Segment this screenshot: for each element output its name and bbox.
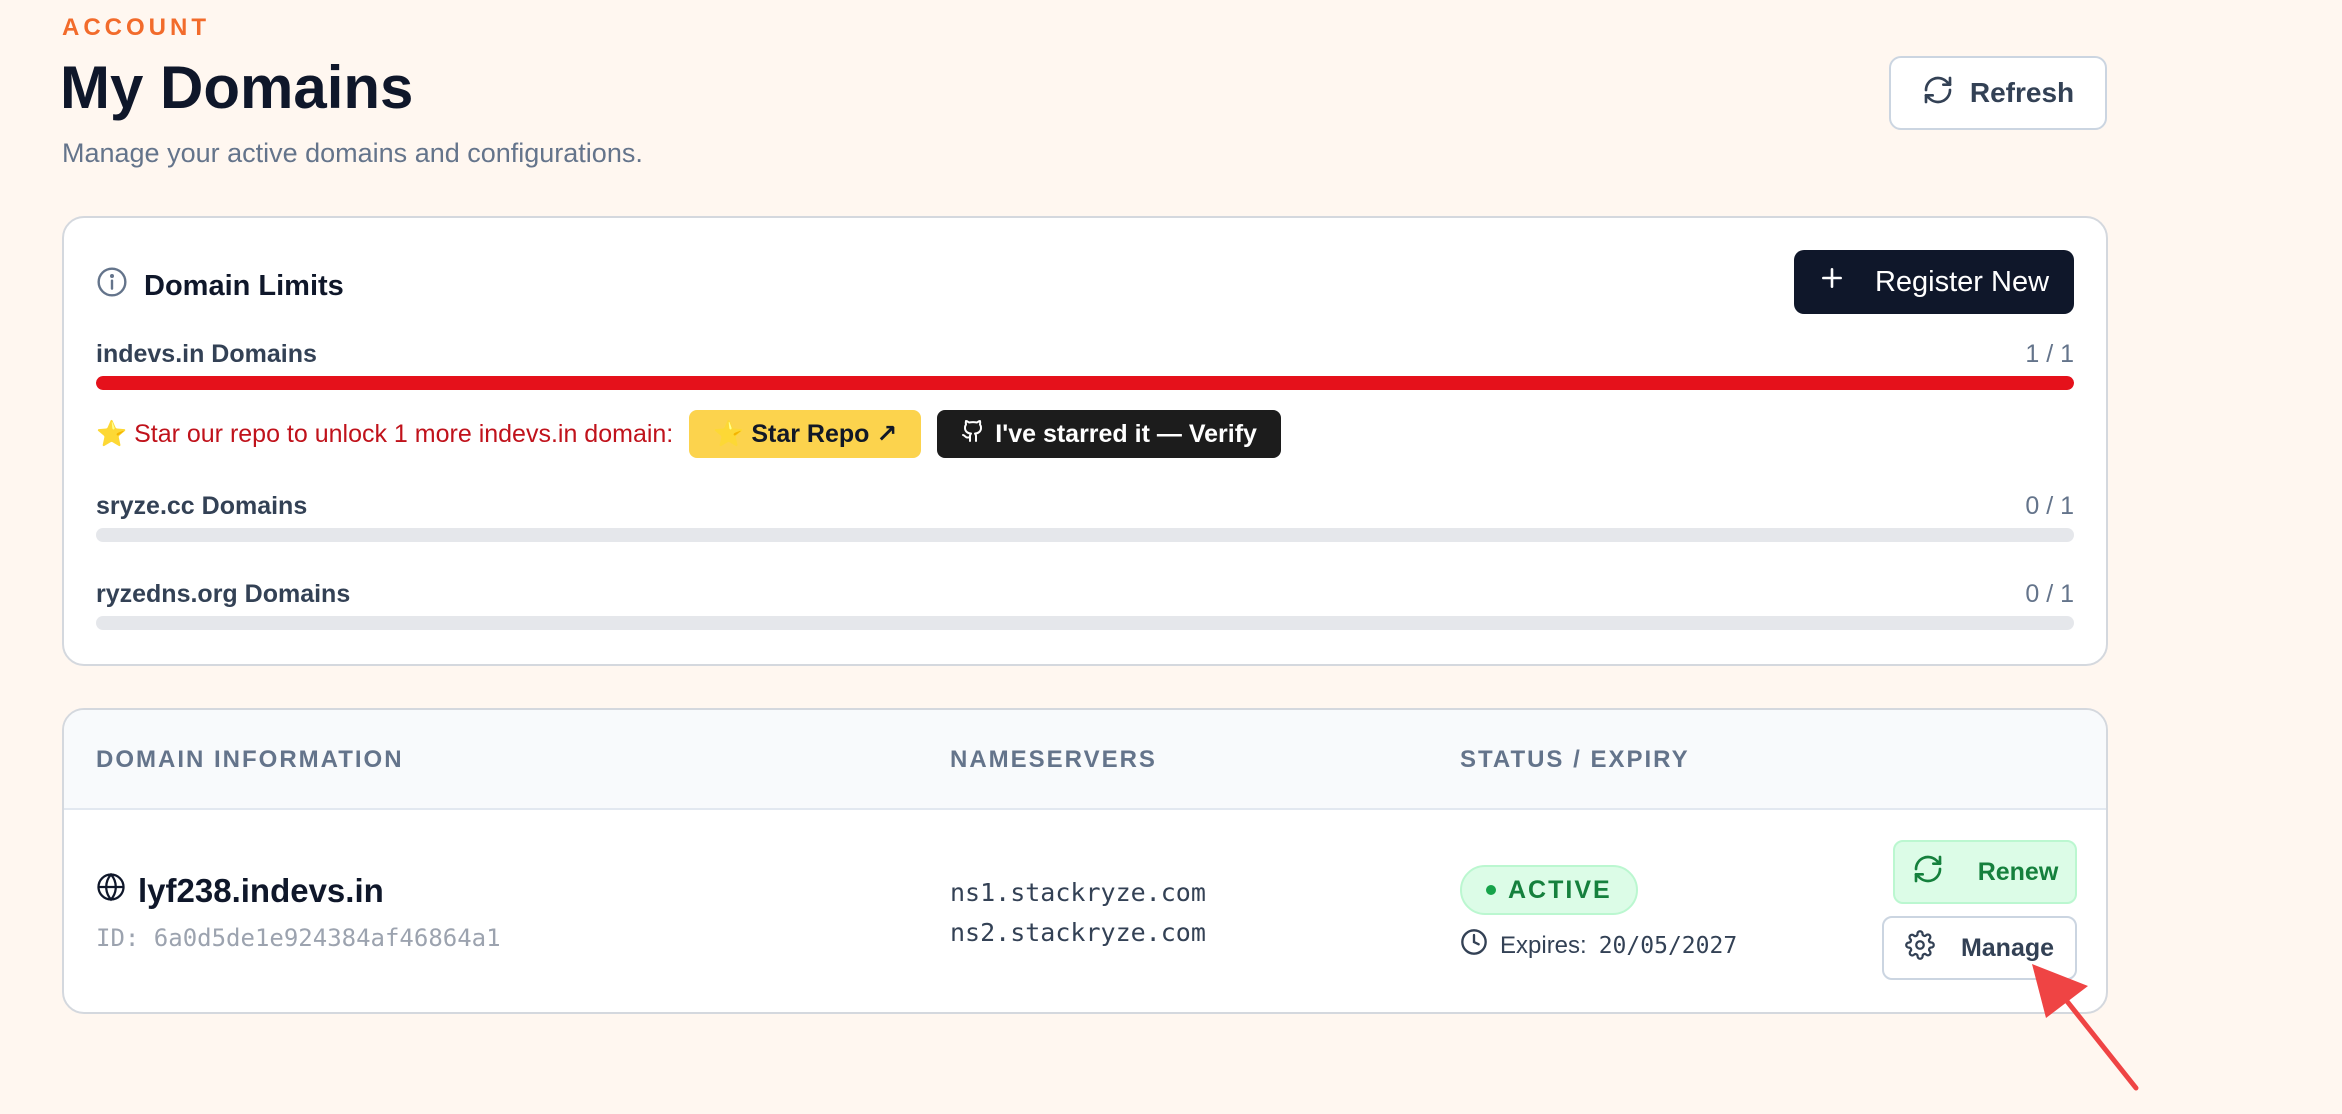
column-header-nameservers: NAMESERVERS bbox=[950, 746, 1157, 773]
pointer-arrow-icon bbox=[2032, 964, 2139, 1091]
verify-label: I've starred it — Verify bbox=[995, 419, 1257, 448]
register-new-label: Register New bbox=[1874, 265, 2050, 298]
column-header-status: STATUS / EXPIRY bbox=[1460, 746, 1690, 773]
limit-progress-bar bbox=[96, 376, 2074, 390]
refresh-button[interactable]: Refresh bbox=[1889, 56, 2107, 130]
limit-count: 0 / 1 bbox=[2025, 492, 2074, 520]
limit-label: sryze.cc Domains bbox=[96, 492, 308, 520]
page-subtitle: Manage your active domains and configura… bbox=[62, 138, 643, 168]
register-new-button[interactable]: Register New bbox=[1794, 250, 2074, 314]
table-header: DOMAIN INFORMATION NAMESERVERS STATUS / … bbox=[64, 710, 2106, 810]
renew-label: Renew bbox=[1977, 857, 2059, 886]
limit-label: ryzedns.org Domains bbox=[96, 580, 351, 608]
limit-label: indevs.in Domains bbox=[96, 340, 317, 368]
star-repo-button[interactable]: ⭐ Star Repo ↗ bbox=[689, 410, 922, 458]
domain-name: lyf238.indevs.in bbox=[96, 872, 384, 910]
column-header-domain: DOMAIN INFORMATION bbox=[96, 746, 404, 773]
expiry-info: Expires: 20/05/2027 bbox=[1460, 928, 1737, 963]
github-icon bbox=[961, 419, 985, 450]
limit-progress-bar bbox=[96, 528, 2074, 542]
info-icon bbox=[96, 266, 128, 306]
renew-button[interactable]: Renew bbox=[1893, 840, 2077, 904]
status-text: ACTIVE bbox=[1508, 875, 1612, 904]
domain-limits-card: Domain Limits Register New indevs.in Dom… bbox=[62, 216, 2108, 666]
clock-icon bbox=[1460, 928, 1488, 963]
globe-icon bbox=[96, 872, 126, 910]
domain-limits-title: Domain Limits bbox=[144, 269, 344, 302]
manage-label: Manage bbox=[1960, 933, 2055, 962]
nameserver-2: ns2.stackryze.com bbox=[950, 918, 1206, 947]
gear-icon bbox=[1905, 929, 1935, 967]
domain-name-text: lyf238.indevs.in bbox=[138, 872, 384, 909]
domain-limits-header: Domain Limits bbox=[96, 266, 344, 306]
domains-table: DOMAIN INFORMATION NAMESERVERS STATUS / … bbox=[62, 708, 2108, 1014]
expires-date: 20/05/2027 bbox=[1598, 932, 1738, 959]
limit-row-indevs: indevs.in Domains 1 / 1 bbox=[96, 340, 2074, 400]
limit-progress-fill bbox=[96, 376, 2074, 390]
expires-label: Expires: bbox=[1500, 931, 1587, 959]
status-dot bbox=[1486, 885, 1496, 895]
domain-id: ID: 6a0d5de1e924384af46864a1 bbox=[96, 924, 501, 952]
promo-text: ⭐ Star our repo to unlock 1 more indevs.… bbox=[96, 419, 674, 448]
refresh-icon bbox=[1922, 74, 1954, 113]
limit-row-ryzedns: ryzedns.org Domains 0 / 1 bbox=[96, 580, 2074, 640]
limit-count: 0 / 1 bbox=[2025, 580, 2074, 608]
star-promo: ⭐ Star our repo to unlock 1 more indevs.… bbox=[96, 410, 1281, 458]
verify-star-button[interactable]: I've starred it — Verify bbox=[937, 410, 1281, 458]
limit-row-sryze: sryze.cc Domains 0 / 1 bbox=[96, 492, 2074, 552]
page-eyebrow: ACCOUNT bbox=[62, 14, 210, 41]
nameserver-1: ns1.stackryze.com bbox=[950, 878, 1206, 907]
status-badge: ACTIVE bbox=[1460, 865, 1638, 915]
limit-progress-bar bbox=[96, 616, 2074, 630]
page-title: My Domains bbox=[60, 54, 414, 121]
limit-count: 1 / 1 bbox=[2025, 340, 2074, 368]
renew-icon bbox=[1912, 853, 1944, 892]
refresh-label: Refresh bbox=[1969, 77, 2075, 108]
plus-icon bbox=[1819, 265, 1845, 299]
